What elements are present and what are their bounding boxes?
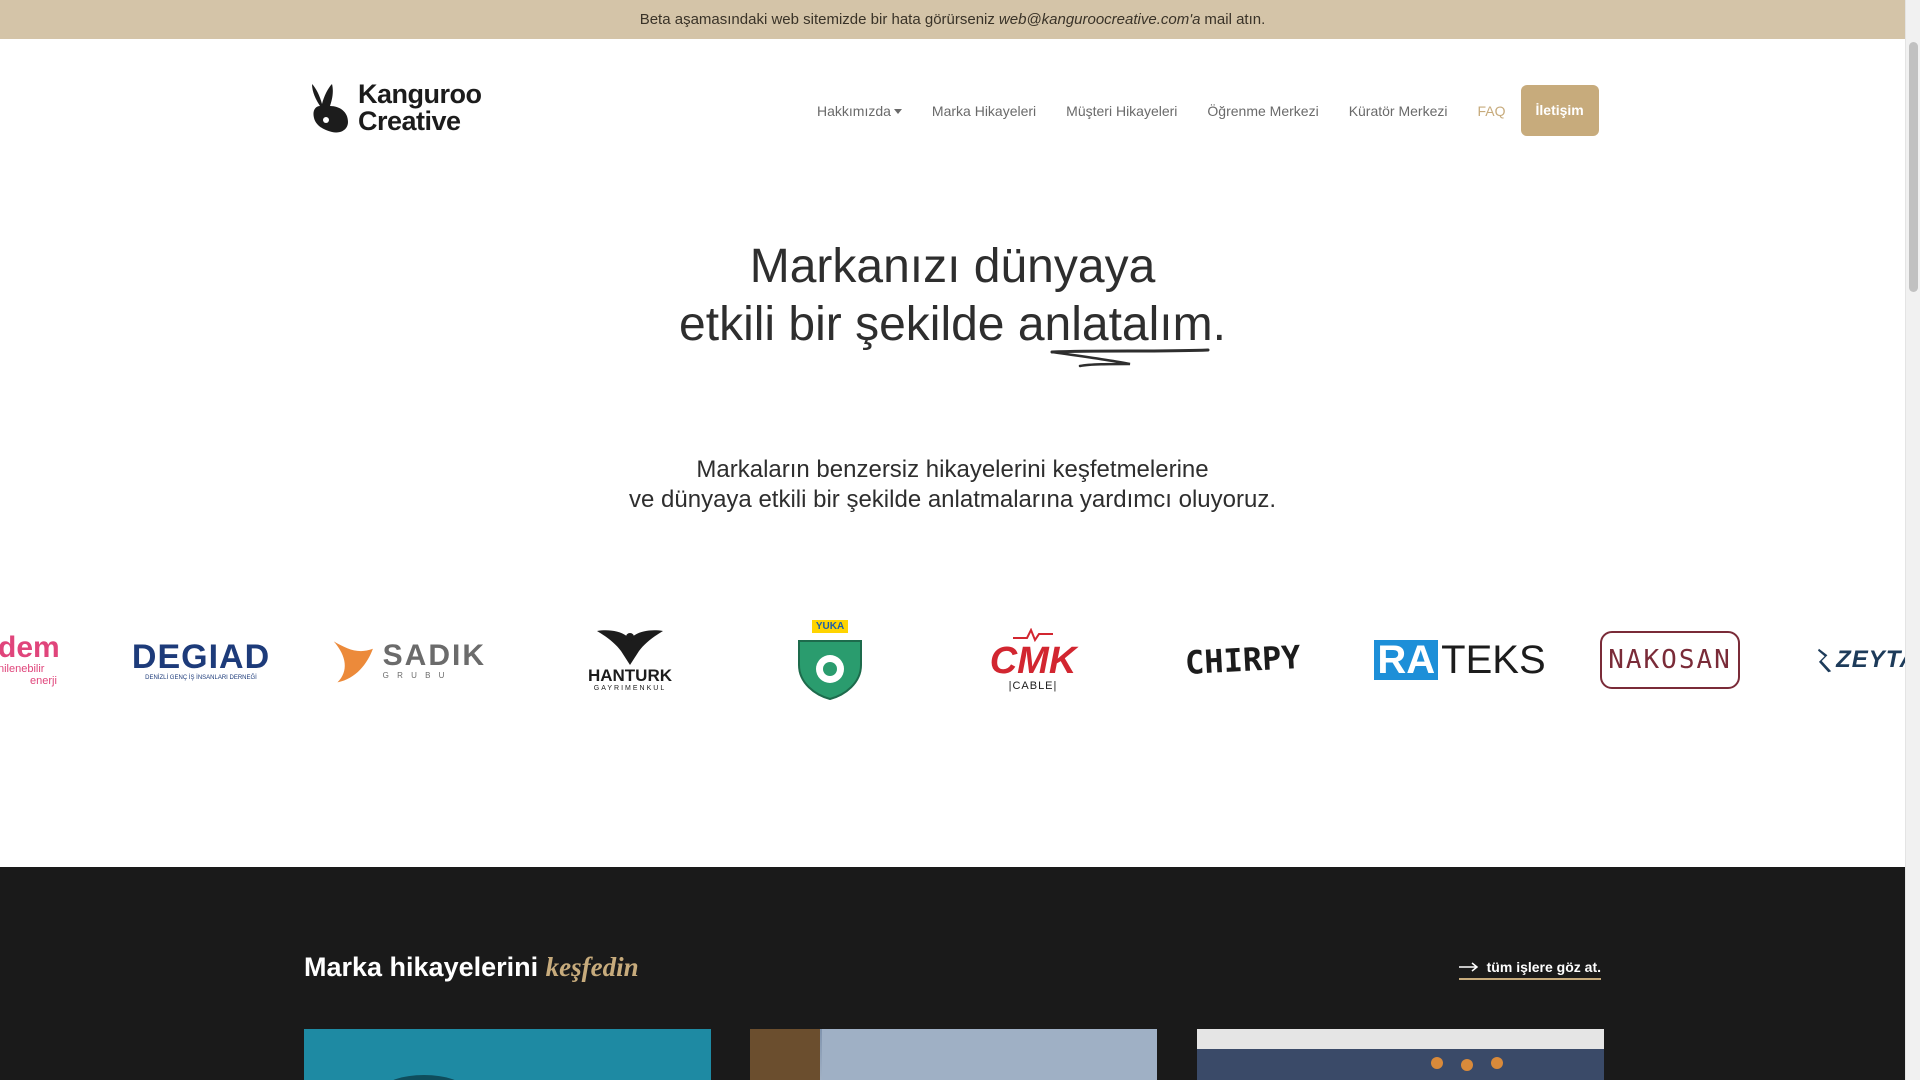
story-card[interactable]: [750, 1029, 1157, 1080]
shield-icon: [798, 639, 862, 700]
story-card[interactable]: [1197, 1029, 1604, 1080]
card-image: [1197, 1029, 1604, 1080]
brand-rateks-name-b: TEKS: [1441, 638, 1546, 682]
section-title-accent: keşfedin: [545, 952, 639, 982]
brand-logo-rateks: RA TEKS: [1374, 610, 1546, 710]
arrow-right-icon: [1458, 962, 1478, 972]
brand-degiad-name: DEGIAD: [131, 638, 271, 676]
logo-line2: Creative: [358, 106, 461, 136]
nav-customer-stories[interactable]: Müşteri Hikayeleri: [1051, 103, 1192, 119]
hero-title: Markanızı dünyaya etkili bir şekilde anl…: [0, 238, 1905, 354]
brand-logo-degiad: DEGIAD DENİZLİ GENÇ İŞ İNSANLARI DERNEĞİ: [131, 610, 271, 710]
brand-cmk-tag: |CABLE|: [1008, 680, 1058, 692]
logo-wordmark: Kanguroo Creative: [358, 81, 482, 135]
view-all-works-link[interactable]: tüm işlere göz at.: [1458, 959, 1601, 980]
brand-adem-tag: nilenebilir: [0, 663, 45, 675]
brand-adem-tag2: enerji: [30, 675, 57, 687]
chevron-down-icon: [893, 108, 902, 114]
brand-logo-cmk: CMK |CABLE|: [966, 610, 1100, 710]
nav-curator-center[interactable]: Küratör Merkezi: [1334, 103, 1463, 119]
logo-line1: Kanguroo: [358, 79, 482, 109]
zeyta-mark-icon: [1818, 648, 1832, 673]
main-nav: Hakkımızda Marka Hikayeleri Müşteri Hika…: [802, 85, 1599, 136]
beta-text-end: mail atın.: [1204, 11, 1266, 28]
view-all-works-label: tüm işlere göz at.: [1486, 959, 1601, 975]
beta-announcement-bar: Beta aşamasındaki web sitemizde bir hata…: [0, 0, 1905, 39]
brand-zeyta-name: ZEYTA: [1836, 646, 1905, 673]
brand-degiad-tag: DENİZLİ GENÇ İŞ İNSANLARI DERNEĞİ: [145, 675, 257, 681]
brand-nakosan-name: NAKOSAN: [1600, 631, 1740, 689]
brand-logo-sadik: SADIK G R U B U: [330, 610, 486, 710]
section-title: Marka hikayelerini keşfedin: [304, 952, 639, 983]
nav-brand-stories[interactable]: Marka Hikayeleri: [917, 103, 1051, 119]
beta-text: Beta aşamasındaki web sitemizde bir hata…: [639, 11, 995, 28]
hero-subtitle-line2: ve dünyaya etkili bir şekilde anlatmalar…: [629, 486, 1276, 513]
brand-yuka-name: YUKA: [811, 619, 849, 633]
eagle-icon: [597, 629, 663, 665]
kangaroo-logo-icon: [312, 84, 348, 133]
brand-logo-nakosan: NAKOSAN: [1600, 610, 1740, 710]
brand-cmk-name: CMK: [989, 640, 1077, 682]
nav-about[interactable]: Hakkımızda: [802, 103, 917, 119]
brand-logo-chirpy: CHIRPY: [1184, 610, 1301, 710]
nav-about-label: Hakkımızda: [817, 102, 891, 119]
contact-button[interactable]: İletişim: [1520, 85, 1599, 136]
hero-title-line1: Markanızı dünyaya: [749, 240, 1156, 293]
brand-rateks-name-a: RA: [1374, 640, 1439, 680]
scrollbar-thumb[interactable]: [1909, 42, 1918, 292]
beta-email-link[interactable]: web@kanguroocreative.com'a: [999, 11, 1201, 28]
brand-stories-section: Marka hikayelerini keşfedin tüm işlere g…: [0, 867, 1905, 1080]
brand-logo-hanturk: HANTURK GAYRIMENKUL: [580, 610, 680, 710]
brand-sadik-name: SADIK: [382, 638, 486, 672]
sadik-mark-icon: [333, 641, 373, 683]
brand-adem-name: dem: [0, 631, 60, 664]
site-header: Kanguroo Creative Hakkımızda Marka Hikay…: [0, 39, 1905, 179]
hero-subtitle-line1: Markaların benzersiz hikayelerini keşfet…: [696, 456, 1209, 483]
brand-logo-carousel: dem nilenebilir enerji DEGIAD DENİZLİ GE…: [0, 610, 1905, 710]
page-scrollbar[interactable]: [1905, 0, 1920, 1080]
hero-subtitle: Markaların benzersiz hikayelerini keşfet…: [0, 455, 1905, 515]
brand-hanturk-tag: GAYRIMENKUL: [593, 684, 667, 692]
brand-logo-yuka: YUKA: [790, 610, 870, 710]
card-image: [750, 1029, 1157, 1080]
section-title-main: Marka hikayelerini: [304, 952, 539, 982]
brand-chirpy-name: CHIRPY: [1184, 638, 1302, 682]
nav-learning-center[interactable]: Öğrenme Merkezi: [1192, 103, 1333, 119]
nav-faq[interactable]: FAQ: [1463, 103, 1521, 119]
brand-hanturk-name: HANTURK: [587, 665, 673, 685]
site-logo[interactable]: Kanguroo Creative: [306, 81, 482, 135]
card-image: [393, 1075, 455, 1080]
brand-sadik-tag: G R U B U: [382, 670, 448, 680]
story-card[interactable]: [304, 1029, 711, 1080]
brand-logo-adem: dem nilenebilir enerji: [0, 610, 60, 710]
underline-squiggle-icon: [1050, 348, 1210, 368]
brand-logo-zeyta: ZEYTA: [1818, 610, 1905, 710]
